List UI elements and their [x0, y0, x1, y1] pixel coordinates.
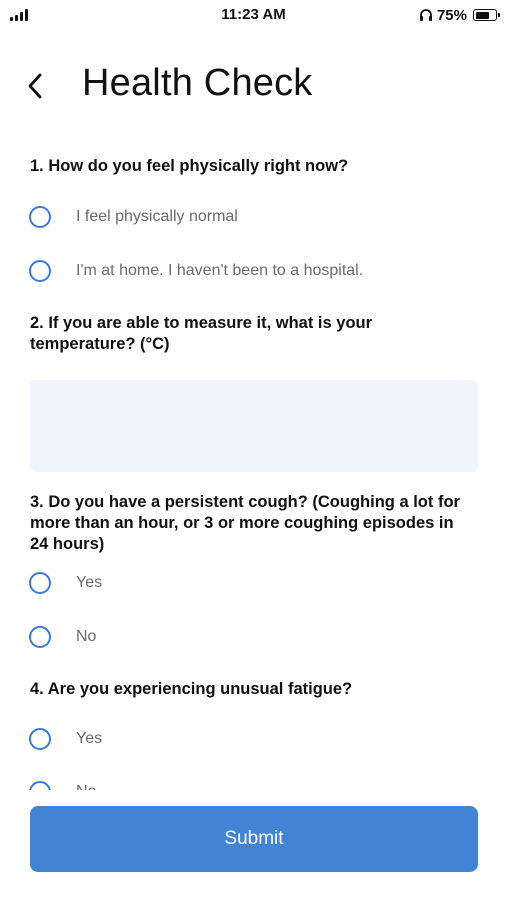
option-label: Yes	[76, 730, 103, 747]
radio-button[interactable]	[29, 728, 51, 750]
question-1-option-1[interactable]: I feel physically normal	[29, 202, 238, 232]
battery-icon	[473, 9, 500, 21]
page-title: Health Check	[82, 62, 313, 104]
question-3-option-no[interactable]: No	[29, 622, 96, 652]
radio-button[interactable]	[29, 626, 51, 648]
chevron-left-icon	[28, 73, 42, 99]
option-label: I'm at home. I haven't been to a hospita…	[76, 262, 364, 279]
question-4-text: 4. Are you experiencing unusual fatigue?	[30, 680, 353, 698]
radio-button[interactable]	[29, 260, 51, 282]
question-4-option-yes[interactable]: Yes	[29, 724, 102, 754]
radio-button[interactable]	[29, 572, 51, 594]
submit-button[interactable]: Submit	[30, 806, 478, 872]
radio-button[interactable]	[29, 206, 51, 228]
question-1-text: 1. How do you feel physically right now?	[30, 157, 349, 175]
question-3-text: 3. Do you have a persistent cough? (Coug…	[30, 493, 460, 553]
health-check-screen: 11:23 AM 75% Health Check 1. How do you …	[0, 0, 507, 900]
battery-percent: 75%	[436, 6, 467, 24]
option-label: I feel physically normal	[76, 208, 238, 225]
temperature-input[interactable]	[30, 380, 478, 472]
back-button[interactable]	[22, 66, 52, 106]
question-1-option-2[interactable]: I'm at home. I haven't been to a hospita…	[29, 256, 363, 286]
status-bar: 11:23 AM 75%	[0, 0, 507, 30]
question-2-text: 2. If you are able to measure it, what i…	[30, 314, 373, 353]
option-label: No	[76, 628, 97, 645]
question-3-option-yes[interactable]: Yes	[29, 568, 102, 598]
status-right: 75%	[419, 5, 500, 25]
option-label: Yes	[76, 574, 103, 591]
headphone-icon	[419, 9, 432, 21]
